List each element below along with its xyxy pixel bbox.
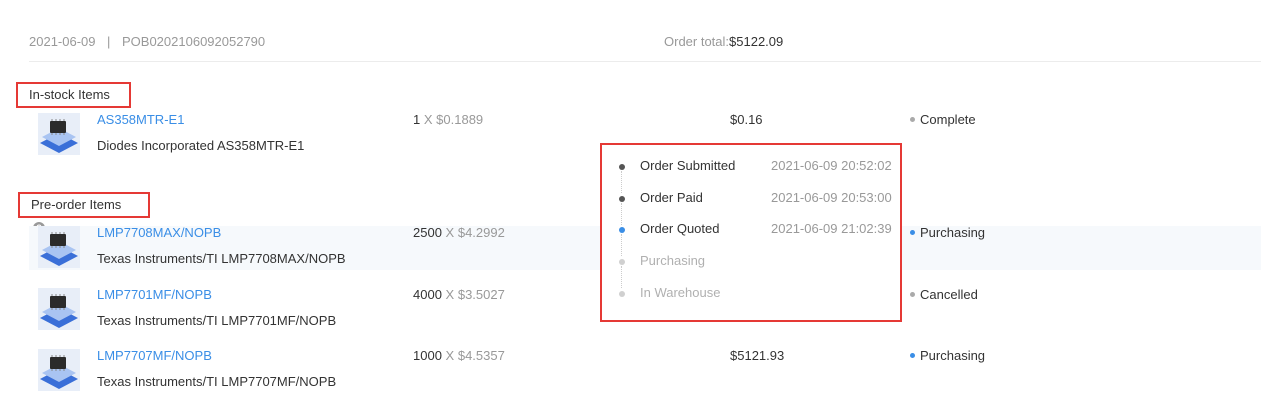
unit-price: $3.5027 — [457, 287, 505, 302]
chip-thumbnail-icon — [38, 226, 80, 268]
status-text: Cancelled — [920, 287, 978, 302]
status-badge: Complete — [910, 112, 976, 127]
part-description: Texas Instruments/TI LMP7707MF/NOPB — [97, 374, 337, 389]
order-header: 2021-06-09 | POB0202106092052790 Order t… — [29, 34, 1261, 54]
part-description: Texas Instruments/TI LMP7708MAX/NOPB — [97, 251, 346, 266]
timeline-dot-icon — [619, 196, 625, 202]
header-divider — [29, 61, 1261, 62]
status-dot-icon — [910, 117, 915, 123]
part-number-link[interactable]: LMP7707MF/NOPB — [97, 348, 212, 363]
timeline-dot-icon — [619, 164, 625, 170]
status-dot-icon — [910, 292, 915, 298]
order-total-value: $5122.09 — [729, 34, 784, 49]
part-number-link[interactable]: AS358MTR-E1 — [97, 112, 184, 127]
times-sign: X — [445, 348, 455, 363]
order-number: POB0202106092052790 — [122, 34, 266, 49]
quantity-price: 1 X $0.1889 — [413, 112, 483, 127]
timeline-step-time: 2021-06-09 20:52:02 — [771, 158, 892, 173]
chip-thumbnail-icon — [38, 288, 80, 330]
header-separator: | — [107, 34, 111, 49]
line-subtotal: $0.16 — [730, 112, 763, 127]
quantity: 2500 — [413, 225, 442, 240]
status-text: Purchasing — [920, 348, 986, 363]
instock-label-text: In-stock Items — [29, 87, 110, 102]
preorder-section-label: Pre-order Items ? — [18, 192, 150, 234]
order-progress-popover: Order Submitted 2021-06-09 20:52:02 Orde… — [600, 143, 902, 322]
timeline-step-in-warehouse: In Warehouse — [602, 285, 900, 305]
order-date: 2021-06-09 — [29, 34, 96, 49]
timeline-step-time: 2021-06-09 20:53:00 — [771, 190, 892, 205]
timeline-step-name: Order Submitted — [640, 158, 736, 173]
unit-price: $0.1889 — [436, 112, 484, 127]
timeline-step-order-paid: Order Paid 2021-06-09 20:53:00 — [602, 190, 900, 225]
timeline-step-purchasing: Purchasing — [602, 253, 900, 288]
timeline-step-name: Order Paid — [640, 190, 703, 205]
timeline-step-order-quoted: Order Quoted 2021-06-09 21:02:39 — [602, 221, 900, 256]
times-sign: X — [423, 112, 433, 127]
timeline-step-name: Order Quoted — [640, 221, 720, 236]
quantity-price: 4000 X $3.5027 — [413, 287, 505, 302]
status-badge: Purchasing — [910, 225, 985, 240]
instock-section-label: In-stock Items — [16, 82, 131, 108]
part-description: Diodes Incorporated AS358MTR-E1 — [97, 138, 305, 153]
part-description: Texas Instruments/TI LMP7701MF/NOPB — [97, 313, 337, 328]
quantity-price: 1000 X $4.5357 — [413, 348, 505, 363]
part-number-link[interactable]: LMP7701MF/NOPB — [97, 287, 212, 302]
times-sign: X — [445, 225, 455, 240]
timeline-dot-icon — [619, 227, 625, 233]
quantity: 1000 — [413, 348, 442, 363]
timeline-dot-icon — [619, 259, 625, 265]
status-text: Purchasing — [920, 225, 986, 240]
preorder-label-text: Pre-order Items — [31, 197, 122, 212]
timeline-dot-icon — [619, 291, 625, 297]
status-badge: Purchasing — [910, 348, 985, 363]
status-dot-icon — [910, 230, 915, 236]
unit-price: $4.5357 — [457, 348, 505, 363]
timeline-step-time: 2021-06-09 21:02:39 — [771, 221, 892, 236]
timeline-step-order-submitted: Order Submitted 2021-06-09 20:52:02 — [602, 158, 900, 193]
order-total-label: Order total: — [664, 34, 730, 49]
timeline-step-name: In Warehouse — [640, 285, 721, 300]
status-dot-icon — [910, 353, 915, 359]
quantity-price: 2500 X $4.2992 — [413, 225, 505, 240]
unit-price: $4.2992 — [457, 225, 505, 240]
status-badge: Cancelled — [910, 287, 978, 302]
timeline-step-name: Purchasing — [640, 253, 706, 268]
chip-thumbnail-icon — [38, 349, 80, 391]
chip-thumbnail-icon — [38, 113, 80, 155]
quantity: 4000 — [413, 287, 442, 302]
line-subtotal: $5121.93 — [730, 348, 785, 363]
order-total: Order total:$5122.09 — [664, 34, 783, 49]
table-row: LMP7707MF/NOPB Texas Instruments/TI LMP7… — [29, 348, 1261, 393]
times-sign: X — [445, 287, 455, 302]
quantity: 1 — [413, 112, 421, 127]
part-number-link[interactable]: LMP7708MAX/NOPB — [97, 225, 221, 240]
status-text: Complete — [920, 112, 976, 127]
